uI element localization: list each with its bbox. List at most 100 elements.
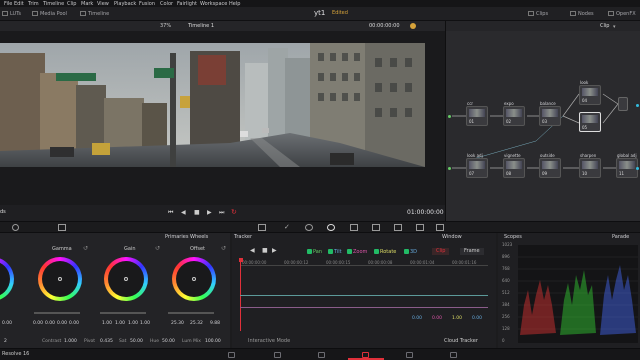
node-05[interactable]: 05: [579, 112, 601, 132]
gain-master-slider[interactable]: [100, 312, 146, 314]
zoom-value[interactable]: 0.00: [432, 316, 442, 321]
chevron-down-icon[interactable]: ▾: [613, 24, 616, 30]
gain-g[interactable]: 1.00: [128, 321, 138, 326]
openfx-button[interactable]: OpenFX: [608, 11, 636, 17]
pivot-value[interactable]: 0.435: [100, 339, 113, 344]
window-icon[interactable]: [305, 224, 313, 231]
timeline-button[interactable]: Timeline: [80, 11, 109, 17]
zoom-level[interactable]: 37%: [160, 24, 171, 29]
cut-page-icon[interactable]: [274, 352, 281, 358]
output-port[interactable]: [636, 167, 639, 170]
offset-g[interactable]: 25.32: [190, 321, 203, 326]
loop-icon[interactable]: ↻: [231, 208, 237, 216]
clips-button[interactable]: Clips: [528, 11, 548, 17]
play-icon[interactable]: ▶: [207, 209, 212, 216]
track-forward-icon[interactable]: ▶: [272, 247, 277, 254]
frame-mode-button[interactable]: Frame: [460, 248, 484, 255]
node-01[interactable]: ccr 01: [466, 101, 488, 126]
tracker-icon[interactable]: [327, 224, 335, 231]
record-icon[interactable]: [410, 23, 416, 29]
gain-r[interactable]: 1.00: [115, 321, 125, 326]
clip-mode-button[interactable]: Clip: [432, 248, 450, 255]
wheel-handle[interactable]: [192, 277, 196, 281]
gain-y[interactable]: 1.00: [102, 321, 112, 326]
interactive-mode-toggle[interactable]: Interactive Mode: [248, 339, 290, 344]
node-04[interactable]: look 04: [579, 80, 601, 105]
offset-b[interactable]: 9.88: [210, 321, 220, 326]
node-11[interactable]: global adj 11: [616, 153, 638, 178]
source-input-port[interactable]: [448, 115, 451, 118]
stop-icon[interactable]: ■: [194, 209, 200, 216]
rotate-value[interactable]: 1.00: [452, 316, 462, 321]
scope-mode-selector[interactable]: Parade: [612, 235, 629, 240]
fairlight-page-icon[interactable]: [406, 352, 413, 358]
color-match-icon[interactable]: [58, 224, 66, 231]
playhead[interactable]: [240, 261, 241, 331]
wheel-handle[interactable]: [124, 277, 128, 281]
lift-value[interactable]: 0.00: [2, 321, 12, 326]
pan-toggle[interactable]: Pan: [307, 249, 322, 255]
rotate-checkbox[interactable]: [374, 249, 379, 254]
gamma-y[interactable]: 0.00: [33, 321, 43, 326]
timeline-name[interactable]: Timeline 1: [188, 24, 214, 29]
offset-r[interactable]: 25.30: [171, 321, 184, 326]
page-number[interactable]: 2: [4, 339, 7, 344]
pan-checkbox[interactable]: [307, 249, 312, 254]
lift-wheel[interactable]: [0, 257, 14, 301]
luts-button[interactable]: LUTs: [2, 11, 21, 17]
clip-selector[interactable]: Clip: [600, 24, 609, 29]
tilt-checkbox[interactable]: [328, 249, 333, 254]
node-09[interactable]: outside 09: [539, 153, 561, 178]
offset-reset-icon[interactable]: ↺: [221, 245, 226, 252]
node-08[interactable]: vignette 08: [503, 153, 525, 178]
window-selector[interactable]: Window: [442, 235, 462, 240]
camera-raw-icon[interactable]: [12, 224, 19, 231]
layer-mixer-node[interactable]: [618, 97, 628, 111]
wheel-handle[interactable]: [58, 277, 62, 281]
node-03[interactable]: balance 03: [539, 101, 561, 126]
gain-b[interactable]: 1.00: [140, 321, 150, 326]
lummix-value[interactable]: 100.00: [205, 339, 221, 344]
first-frame-icon[interactable]: ⏮: [168, 209, 173, 217]
gamma-b[interactable]: 0.00: [69, 321, 79, 326]
offset-wheel[interactable]: [172, 257, 216, 301]
last-frame-icon[interactable]: ⏭: [219, 209, 224, 217]
tilt-value[interactable]: 0.00: [412, 316, 422, 321]
hue-value[interactable]: 50.00: [162, 339, 175, 344]
sizing-icon[interactable]: [416, 224, 424, 231]
nodes-button[interactable]: Nodes: [570, 11, 594, 17]
playhead-handle[interactable]: [239, 258, 243, 262]
deliver-page-icon[interactable]: [450, 352, 457, 358]
node-02[interactable]: expo 02: [503, 101, 525, 126]
contrast-value[interactable]: 1.000: [64, 339, 77, 344]
gain-wheel[interactable]: [104, 257, 148, 301]
sat-value[interactable]: 50.00: [130, 339, 143, 344]
key-icon[interactable]: [394, 224, 402, 231]
gamma-g[interactable]: 0.00: [57, 321, 67, 326]
source-input-port[interactable]: [448, 167, 451, 170]
offset-master-slider[interactable]: [168, 312, 214, 314]
magic-mask-icon[interactable]: [350, 224, 358, 231]
3d-checkbox[interactable]: [404, 249, 409, 254]
3d-toggle[interactable]: 3D: [404, 249, 417, 255]
gamma-wheel[interactable]: [38, 257, 82, 301]
gamma-reset-icon[interactable]: ↺: [83, 245, 88, 252]
qualifier-icon[interactable]: ✓: [284, 223, 290, 231]
3d-value[interactable]: 0.00: [472, 316, 482, 321]
zoom-toggle[interactable]: Zoom: [347, 249, 367, 255]
media-page-icon[interactable]: [228, 352, 235, 358]
gamma-r[interactable]: 0.00: [45, 321, 55, 326]
reverse-icon[interactable]: ◀: [181, 209, 186, 216]
media-pool-button[interactable]: Media Pool: [32, 11, 67, 17]
edit-page-icon[interactable]: [318, 352, 325, 358]
blur-icon[interactable]: [372, 224, 380, 231]
tilt-toggle[interactable]: Tilt: [328, 249, 342, 255]
output-port[interactable]: [636, 104, 639, 107]
3d-icon[interactable]: [436, 224, 444, 231]
rotate-toggle[interactable]: Rotate: [374, 249, 396, 255]
gain-reset-icon[interactable]: ↺: [155, 245, 160, 252]
gamma-master-slider[interactable]: [34, 312, 80, 314]
track-stop-icon[interactable]: ■: [262, 247, 268, 254]
zoom-checkbox[interactable]: [347, 249, 352, 254]
node-10[interactable]: sharpen 10: [579, 153, 601, 178]
